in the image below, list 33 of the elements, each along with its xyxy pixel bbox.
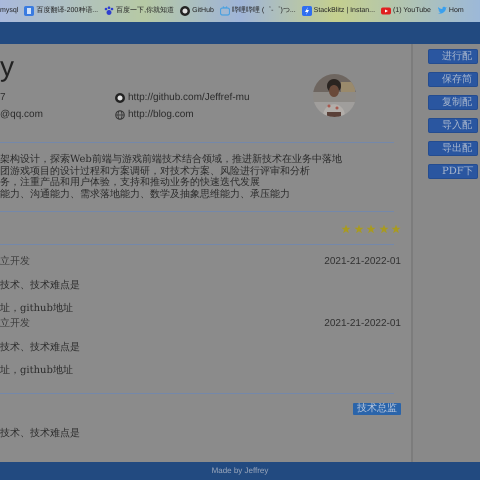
globe-icon (115, 110, 125, 120)
date-text: 2021-21-2022-01 (324, 317, 401, 331)
role-tag: 技术总监 (353, 403, 401, 415)
project-text: 技术、技术难点是 (0, 426, 81, 441)
project-text: 技术、技术难点是 (0, 341, 81, 354)
contact-link[interactable]: http://blog.com (128, 107, 194, 122)
play-icon (381, 6, 392, 16)
summary-paragraph: 架构设计，探索Web前端与游戏前端技术结合领域，推进新技术在业务中落地 团游戏项目的设计过程和方案调研，对技术方案、风险进行评审和分析 务，注重产品和用户体验，支持和推动业务的快速迭代发展 能力、沟通能力、需求落地能力、数学及抽象思维能力、承压能力 (0, 154, 343, 200)
contact-text: 7 (0, 91, 6, 105)
star-icon (354, 224, 364, 234)
bolt-icon (302, 6, 312, 16)
paw-icon (104, 6, 114, 16)
github-icon (180, 6, 190, 16)
github-icon (115, 92, 125, 102)
star-icon (366, 224, 376, 234)
star-icon (341, 224, 351, 234)
project-text: 址，github地址 (0, 302, 74, 315)
project-title: 立开发 (0, 254, 30, 269)
name-text: y (0, 52, 15, 82)
contact-text: @qq.com (0, 108, 43, 122)
project-text: 技术、技术难点是 (0, 279, 81, 292)
sidebar-button[interactable]: 保存简 (428, 72, 478, 87)
date-text: 2021-21-2022-01 (324, 255, 401, 269)
project-text: 址，github地址 (0, 364, 74, 377)
translate-icon (24, 6, 34, 16)
contact-link[interactable]: http://github.com/Jeffref-mu (128, 90, 250, 105)
star-icon (378, 224, 388, 234)
bird-icon (436, 6, 447, 16)
sidebar-button[interactable]: 导入配 (428, 118, 478, 133)
project-title: 立开发 (0, 316, 30, 331)
tv-icon (220, 6, 230, 16)
star-icon (391, 224, 401, 234)
footer-text: Made by Jeffrey (0, 462, 480, 480)
